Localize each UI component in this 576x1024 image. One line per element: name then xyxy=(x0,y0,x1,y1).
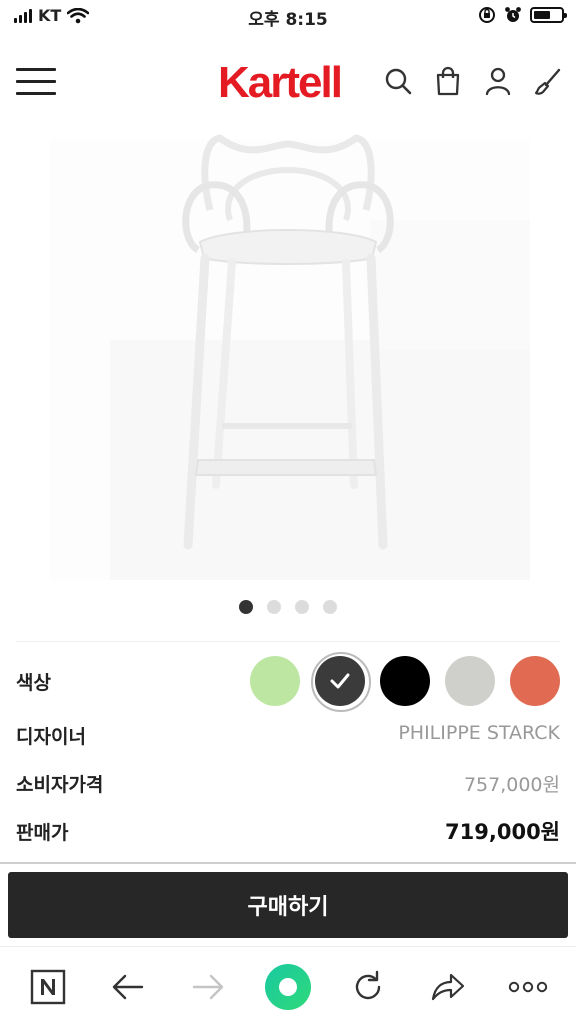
share-icon[interactable] xyxy=(426,965,470,1009)
brand-logo[interactable]: Kartell xyxy=(218,58,343,108)
designer-label: 디자이너 xyxy=(16,726,86,748)
divider xyxy=(0,862,576,864)
refresh-icon[interactable] xyxy=(346,965,390,1009)
product-image[interactable] xyxy=(0,130,576,590)
consumer-price-value: 757,000원 xyxy=(463,774,560,796)
color-swatch-orange[interactable] xyxy=(510,656,560,706)
color-swatch-light-gray[interactable] xyxy=(445,656,495,706)
color-swatches xyxy=(250,652,560,712)
naver-n-icon[interactable] xyxy=(26,965,70,1009)
gallery-dot[interactable] xyxy=(267,600,281,614)
browser-toolbar xyxy=(0,946,576,1024)
search-icon[interactable] xyxy=(384,66,412,96)
menu-icon[interactable] xyxy=(16,68,56,96)
color-label: 색상 xyxy=(16,672,51,694)
home-circle-icon[interactable] xyxy=(264,963,312,1011)
gallery-dot[interactable] xyxy=(295,600,309,614)
buy-button[interactable]: 구매하기 xyxy=(8,872,568,938)
back-arrow-icon[interactable] xyxy=(106,965,150,1009)
battery-icon xyxy=(530,7,567,23)
sale-price-value: 719,000원 xyxy=(445,820,560,844)
color-swatch-black[interactable] xyxy=(380,656,430,706)
color-swatch-green[interactable] xyxy=(250,656,300,706)
more-icon[interactable] xyxy=(506,965,550,1009)
header-icons xyxy=(384,66,562,96)
sale-price-label: 판매가 xyxy=(16,822,69,844)
site-header: Kartell xyxy=(0,34,576,130)
gallery-dot[interactable] xyxy=(323,600,337,614)
brush-icon[interactable] xyxy=(534,66,562,96)
checkmark-icon xyxy=(330,673,350,689)
color-swatch-dark-gray[interactable] xyxy=(311,652,371,712)
designer-value: PHILIPPE STARCK xyxy=(398,722,560,744)
gallery-dot[interactable] xyxy=(239,600,253,614)
status-bar: KT 오후 8:15 xyxy=(0,0,576,34)
user-icon[interactable] xyxy=(484,66,512,96)
forward-arrow-icon[interactable] xyxy=(186,965,230,1009)
stool-illustration xyxy=(50,134,530,580)
bag-icon[interactable] xyxy=(434,66,462,96)
status-right xyxy=(478,6,567,24)
consumer-price-label: 소비자가격 xyxy=(16,774,104,796)
alarm-icon xyxy=(505,7,521,22)
orientation-lock-icon xyxy=(479,7,495,23)
gallery-pagination xyxy=(0,600,576,614)
divider xyxy=(16,641,560,642)
